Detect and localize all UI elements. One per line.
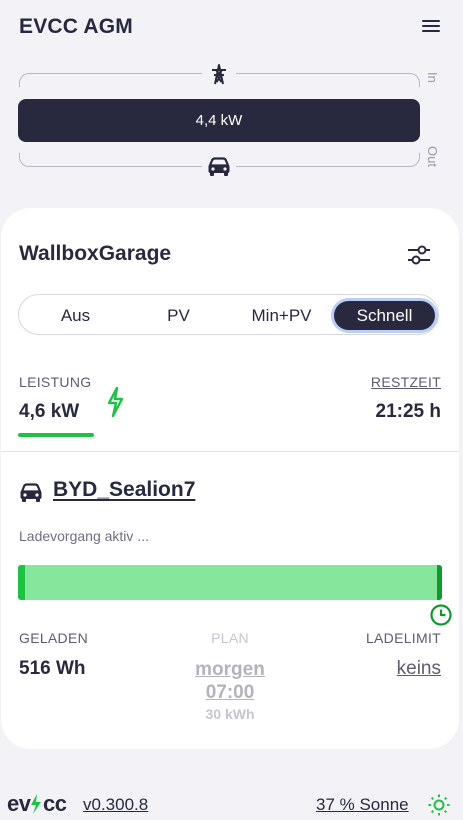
charge-limit-marker — [437, 565, 442, 600]
plan-label: PLAN — [211, 630, 249, 646]
vehicle-name-link[interactable]: BYD_Sealion7 — [53, 478, 195, 502]
mode-minpv-button[interactable]: Min+PV — [230, 301, 333, 330]
charge-progress-fill — [18, 565, 25, 600]
app-title: EVCC AGM — [19, 15, 133, 38]
plan-energy: 30 kWh — [205, 706, 255, 722]
charge-progress-bar[interactable] — [18, 565, 442, 600]
energyflow-in-label: In — [425, 72, 440, 83]
lightning-icon — [104, 386, 126, 423]
sun-icon — [427, 793, 451, 820]
charge-limit-label: LADELIMIT — [365, 630, 441, 646]
plan-day[interactable]: morgen — [180, 658, 280, 681]
mode-off-button[interactable]: Aus — [24, 301, 127, 330]
svg-text:ev: ev — [7, 792, 32, 816]
divider — [1, 451, 459, 452]
power-value: 4,6 kW — [19, 401, 80, 422]
plan-time[interactable]: 07:00 — [180, 681, 280, 704]
charging-status: Ladevorgang aktiv ... — [19, 528, 149, 544]
remaining-time-value: 21:25 h — [375, 401, 441, 422]
charged-label: GELADEN — [19, 630, 89, 646]
remaining-time-label[interactable]: RESTZEIT — [371, 374, 441, 390]
sliders-icon — [408, 245, 430, 265]
loadpoint-title: WallboxGarage — [19, 242, 172, 265]
power-label: LEISTUNG — [19, 374, 92, 390]
menu-button[interactable] — [420, 17, 442, 37]
version-link[interactable]: v0.300.8 — [83, 795, 148, 815]
menu-icon — [422, 19, 440, 23]
mode-pv-button[interactable]: PV — [127, 301, 230, 330]
power-indicator — [18, 433, 94, 437]
loadpoint-settings-button[interactable] — [404, 242, 434, 268]
charged-value: 516 Wh — [19, 658, 86, 679]
car-icon — [202, 154, 236, 180]
mode-selector: Aus PV Min+PV Schnell — [18, 294, 439, 335]
clock-icon[interactable] — [429, 603, 453, 632]
vehicle-car-icon — [19, 483, 43, 508]
energyflow-out-label: Out — [425, 146, 440, 167]
svg-text:cc: cc — [43, 792, 67, 816]
power-tower-icon — [202, 61, 236, 87]
charge-limit-value[interactable]: keins — [397, 658, 441, 680]
sun-percentage-link[interactable]: 37 % Sonne — [316, 795, 409, 815]
mode-fast-button[interactable]: Schnell — [334, 301, 435, 330]
evcc-logo: ev cc — [7, 792, 75, 816]
energyflow-bar[interactable]: 4,4 kW — [18, 99, 420, 142]
